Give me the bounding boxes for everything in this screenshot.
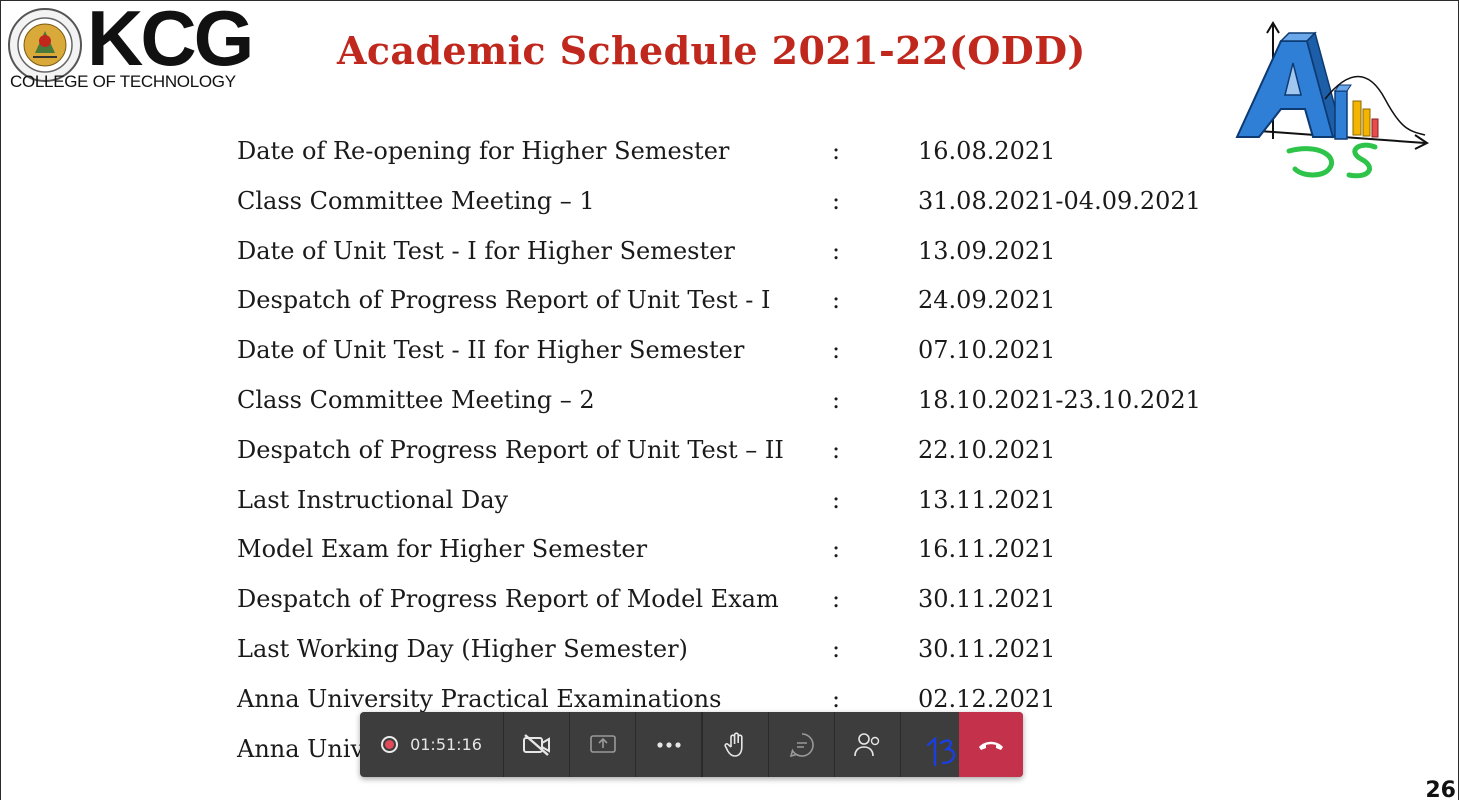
- event-date: 16.11.2021: [918, 535, 1056, 564]
- event-label: Last Instructional Day: [237, 485, 509, 514]
- recording-timer: 01:51:16: [360, 712, 504, 777]
- event-date: 16.08.2021: [918, 137, 1056, 165]
- event-label: Date of Unit Test - II for Higher Semest…: [237, 336, 745, 365]
- schedule-row: Class Committee Meeting – 1: 31.08.2021-0…: [237, 181, 1237, 231]
- raise-hand-icon: [723, 731, 743, 757]
- timer-text: 01:51:16: [410, 735, 482, 754]
- ai-ds-emblem-icon: [1235, 21, 1429, 179]
- event-label: Date of Re-opening for Higher Semester: [237, 137, 730, 165]
- separator: :: [832, 286, 841, 315]
- separator: :: [832, 535, 841, 564]
- event-label: Date of Unit Test - I for Higher Semeste…: [237, 236, 735, 265]
- separator: :: [832, 336, 841, 365]
- camera-off-icon: [522, 733, 550, 756]
- event-label: Despatch of Progress Report of Model Exa…: [237, 585, 779, 614]
- slide-title: Academic Schedule 2021-22(ODD): [337, 28, 1086, 73]
- camera-toggle-button[interactable]: [504, 712, 570, 777]
- schedule-row: Date of Re-opening for Higher Semester: 1…: [237, 131, 1237, 181]
- slide: KCG COLLEGE OF TECHNOLOGY Academic Sched…: [0, 0, 1459, 803]
- event-date: 18.10.2021-23.10.2021: [918, 385, 1201, 414]
- share-screen-icon: [589, 734, 616, 753]
- event-date: 13.11.2021: [918, 485, 1056, 514]
- schedule-list: Date of Re-opening for Higher Semester: 1…: [237, 131, 1237, 778]
- schedule-row: Last Instructional Day: 13.11.2021: [237, 480, 1237, 530]
- separator: :: [832, 385, 841, 414]
- separator: :: [832, 634, 841, 663]
- separator: :: [832, 186, 841, 215]
- raise-hand-button[interactable]: [703, 712, 769, 777]
- more-icon: [656, 741, 681, 748]
- event-date: 30.11.2021: [918, 634, 1056, 663]
- event-date: 13.09.2021: [918, 236, 1056, 265]
- event-date: 31.08.2021-04.09.2021: [918, 186, 1201, 215]
- participants-icon: [853, 732, 879, 756]
- share-screen-button[interactable]: [570, 712, 636, 777]
- schedule-row: Date of Unit Test - I for Higher Semeste…: [237, 231, 1237, 281]
- event-date: 30.11.2021: [918, 585, 1056, 614]
- schedule-row: Model Exam for Higher Semester: 16.11.202…: [237, 529, 1237, 579]
- event-label: Model Exam for Higher Semester: [237, 535, 648, 564]
- schedule-row: Despatch of Progress Report of Unit Test…: [237, 430, 1237, 480]
- logo-subtitle: COLLEGE OF TECHNOLOGY: [10, 72, 236, 91]
- event-label: Despatch of Progress Report of Unit Test…: [237, 286, 771, 315]
- schedule-row: Despatch of Progress Report of Unit Test…: [237, 280, 1237, 330]
- leave-call-button[interactable]: [959, 712, 1023, 777]
- schedule-row: Date of Unit Test - II for Higher Semest…: [237, 330, 1237, 380]
- event-date: 22.10.2021: [918, 435, 1056, 464]
- event-label: Last Working Day (Higher Semester): [237, 634, 688, 663]
- participants-button[interactable]: [835, 712, 901, 777]
- chat-button[interactable]: [769, 712, 835, 777]
- schedule-row: Despatch of Progress Report of Model Exa…: [237, 579, 1237, 629]
- meeting-toolbar: 01:51:16: [360, 712, 1023, 777]
- event-label: Class Committee Meeting – 1: [237, 186, 595, 215]
- event-label: Despatch of Progress Report of Unit Test…: [237, 435, 784, 464]
- separator: :: [832, 137, 841, 165]
- schedule-row: Class Committee Meeting – 2: 18.10.2021-2…: [237, 380, 1237, 430]
- event-date: 24.09.2021: [918, 286, 1056, 315]
- separator: :: [832, 585, 841, 614]
- separator: :: [832, 236, 841, 265]
- event-label: Class Committee Meeting – 2: [237, 385, 595, 414]
- college-logo: KCG COLLEGE OF TECHNOLOGY: [7, 0, 267, 99]
- page-number: 26: [1425, 778, 1456, 803]
- logo-wordmark: KCG: [87, 0, 254, 82]
- schedule-row: Last Working Day (Higher Semester): 30.11…: [237, 629, 1237, 679]
- recording-icon: [381, 736, 399, 753]
- event-date: 07.10.2021: [918, 336, 1056, 365]
- separator: :: [832, 485, 841, 514]
- chat-icon: [789, 732, 814, 757]
- separator: :: [832, 435, 841, 464]
- ink-annotation-icon: [926, 736, 956, 767]
- leave-call-icon: [979, 741, 1003, 750]
- more-actions-button[interactable]: [636, 712, 703, 777]
